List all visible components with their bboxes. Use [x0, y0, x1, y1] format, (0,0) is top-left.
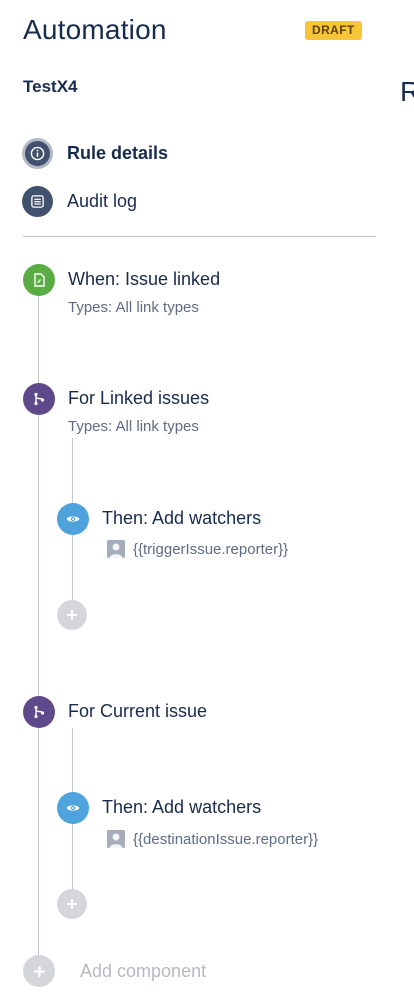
trigger-icon[interactable]	[23, 264, 55, 296]
watcher-text: {{destinationIssue.reporter}}	[133, 830, 319, 848]
nav-item-label: Rule details	[67, 142, 169, 163]
list-icon	[22, 185, 53, 217]
watcher-value: {{triggerIssue.reporter}}	[107, 540, 288, 558]
eye-icon[interactable]	[57, 792, 89, 824]
avatar	[107, 540, 125, 558]
branch-title[interactable]: For Linked issues	[68, 388, 209, 409]
plus-icon	[33, 965, 45, 977]
action-title[interactable]: Then: Add watchers	[102, 797, 261, 818]
branch-icon[interactable]	[23, 696, 55, 728]
nav-item-rule-details[interactable]: Rule details	[22, 137, 168, 169]
nav-item-label: Audit log	[67, 190, 138, 211]
watcher-text: {{triggerIssue.reporter}}	[133, 540, 289, 558]
add-action-button[interactable]	[57, 889, 87, 919]
branch-title[interactable]: For Current issue	[68, 701, 207, 722]
plus-icon	[67, 899, 77, 909]
avatar	[107, 830, 125, 848]
add-component-button[interactable]	[23, 955, 55, 987]
plus-icon	[67, 610, 77, 620]
watcher-value: {{destinationIssue.reporter}}	[107, 830, 318, 848]
nav-item-audit-log[interactable]: Audit log	[22, 185, 137, 217]
add-component-label[interactable]: Add component	[80, 961, 206, 982]
trigger-title[interactable]: When: Issue linked	[68, 269, 220, 290]
page-title: Automation	[23, 14, 167, 45]
right-panel-heading: R	[400, 76, 414, 107]
divider	[23, 236, 376, 237]
status-badge: DRAFT	[305, 21, 362, 40]
eye-icon[interactable]	[57, 503, 89, 535]
info-icon	[22, 137, 53, 169]
rule-name: TestX4	[23, 77, 78, 96]
add-action-button[interactable]	[57, 600, 87, 630]
action-title[interactable]: Then: Add watchers	[102, 508, 261, 529]
branch-icon[interactable]	[23, 383, 55, 415]
trigger-subtitle: Types: All link types	[68, 299, 199, 316]
branch-subtitle: Types: All link types	[68, 418, 199, 435]
